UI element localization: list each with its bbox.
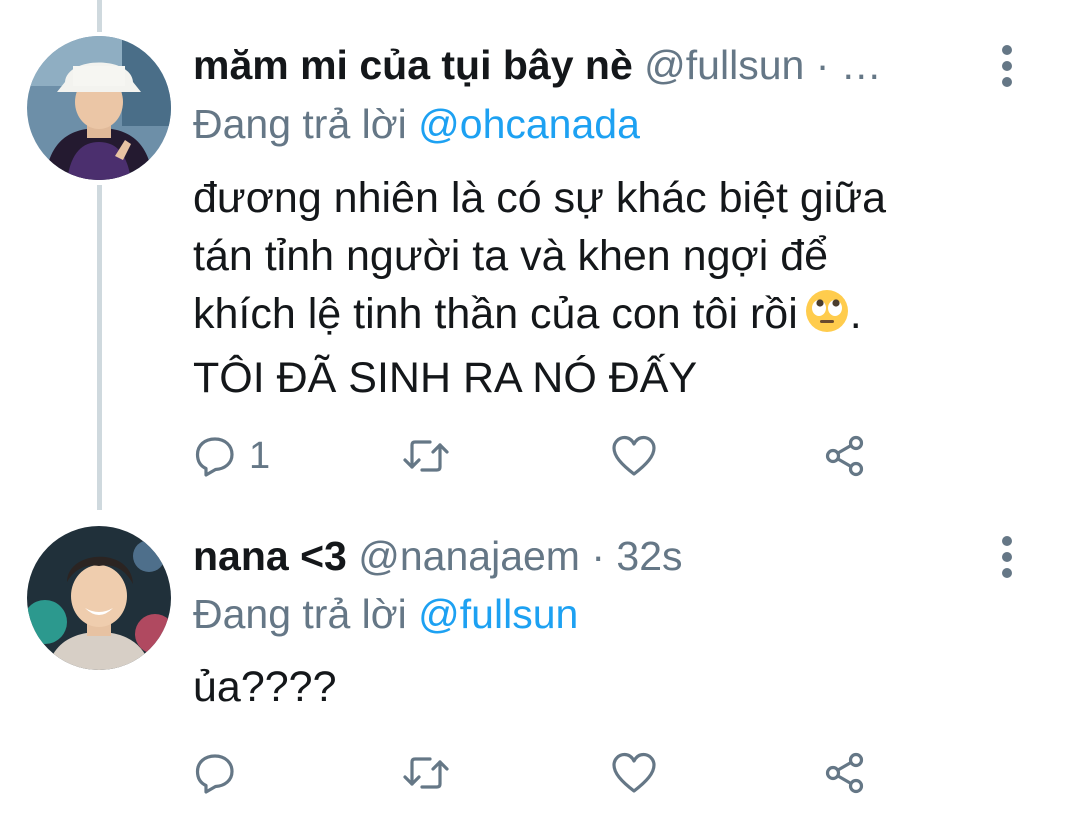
tweet-card[interactable]: nana <3 @nanajaem · 32s Đang trả lời @fu… xyxy=(0,520,1080,819)
like-button[interactable] xyxy=(611,430,657,482)
rolling-eyes-emoji-icon xyxy=(804,288,850,349)
share-icon xyxy=(823,751,867,795)
retweet-icon xyxy=(401,434,451,478)
timestamp: … xyxy=(840,42,882,88)
retweet-button[interactable] xyxy=(401,747,451,799)
tweet-card[interactable]: măm mi của tụi bây nè @fullsun · … Đang … xyxy=(0,0,1080,520)
tweet-text-segment: khích lệ tinh thần của con tôi rồi xyxy=(193,290,798,338)
share-button[interactable] xyxy=(823,747,867,799)
reply-button[interactable]: 1 xyxy=(193,430,270,482)
user-handle[interactable]: @fullsun xyxy=(644,42,804,88)
reply-icon xyxy=(193,751,237,795)
tweet-text: ủa???? xyxy=(193,658,993,716)
separator: · xyxy=(591,533,606,579)
tweet-actions xyxy=(193,747,883,799)
display-name[interactable]: nana <3 xyxy=(193,533,347,579)
tweet-text: đương nhiên là có sự khác biệt giữa tán … xyxy=(193,169,993,407)
tweet-header: nana <3 @nanajaem · 32s xyxy=(193,528,970,584)
tweet-text-line: tán tỉnh người ta và khen ngợi để xyxy=(193,232,829,280)
tweet-text-line: TÔI ĐÃ SINH RA NÓ ĐẤY xyxy=(193,354,698,402)
timestamp: 32s xyxy=(616,533,683,579)
separator: · xyxy=(815,42,830,88)
replying-to: Đang trả lời @ohcanada xyxy=(193,96,640,152)
tweet-header: măm mi của tụi bây nè @fullsun · … xyxy=(193,37,970,93)
tweet-text-punctuation: . xyxy=(849,290,862,338)
avatar[interactable] xyxy=(27,36,171,180)
share-button[interactable] xyxy=(823,430,867,482)
more-vertical-icon[interactable] xyxy=(992,536,1022,578)
user-handle[interactable]: @nanajaem xyxy=(358,533,580,579)
reply-icon xyxy=(193,434,237,478)
heart-icon xyxy=(611,751,657,795)
retweet-button[interactable] xyxy=(401,430,451,482)
like-button[interactable] xyxy=(611,747,657,799)
replying-to-label: Đang trả lời xyxy=(193,591,407,637)
reply-count: 1 xyxy=(249,434,271,477)
replying-to-handle[interactable]: @ohcanada xyxy=(418,101,640,147)
replying-to-label: Đang trả lời xyxy=(193,101,407,147)
tweet-text-line: ủa???? xyxy=(193,663,337,711)
replying-to-handle[interactable]: @fullsun xyxy=(418,591,578,637)
reply-button[interactable] xyxy=(193,747,249,799)
heart-icon xyxy=(611,434,657,478)
retweet-icon xyxy=(401,751,451,795)
avatar[interactable] xyxy=(27,526,171,670)
replying-to: Đang trả lời @fullsun xyxy=(193,586,578,642)
tweet-actions: 1 xyxy=(193,430,883,482)
display-name[interactable]: măm mi của tụi bây nè xyxy=(193,42,633,88)
more-vertical-icon[interactable] xyxy=(992,45,1022,87)
share-icon xyxy=(823,434,867,478)
tweet-text-line: đương nhiên là có sự khác biệt giữa xyxy=(193,174,887,222)
tweet-text-line: khích lệ tinh thần của con tôi rồi. xyxy=(193,285,993,349)
